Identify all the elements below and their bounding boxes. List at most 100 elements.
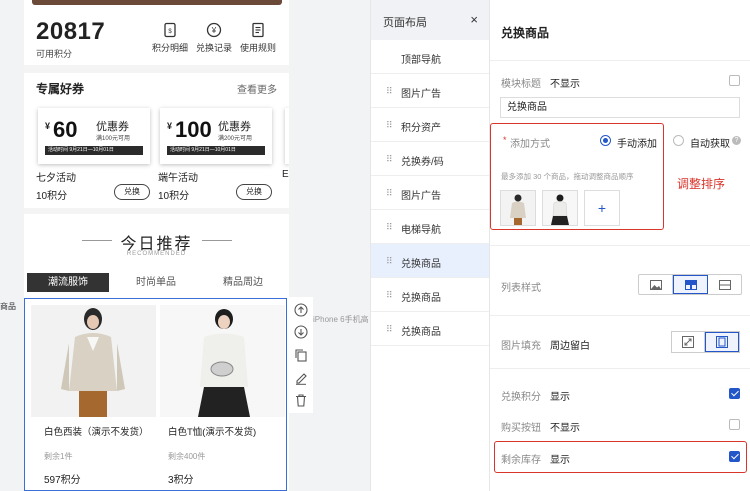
view-more-link[interactable]: 查看更多 <box>237 81 277 96</box>
phone-model-label: iPhone 6手机高 <box>313 315 369 324</box>
layout-item-label: 积分资产 <box>401 123 441 134</box>
drag-handle-icon[interactable]: ⠿ <box>386 256 393 267</box>
layout-item-voucher-code[interactable]: ⠿ 兑换券/码 <box>371 142 490 176</box>
top-banner-strip <box>32 0 282 5</box>
layout-item-image-ad[interactable]: ⠿ 图片广告 <box>371 74 490 108</box>
edit-icon[interactable] <box>294 371 308 385</box>
quick-action-exchange-record[interactable]: ¥ 兑换记录 <box>193 22 235 54</box>
layout-item-exchange-products[interactable]: ⠿ 兑换商品 <box>371 312 490 346</box>
radio-auto-fetch[interactable] <box>673 135 684 146</box>
tab-fashion[interactable]: 潮流服饰 <box>27 273 109 292</box>
page-layout-panel: 页面布局 × 顶部导航 ⠿ 图片广告 ⠿ 积分资产 ⠿ 兑换券/码 ⠿ 图片广告… <box>370 0 490 491</box>
drag-handle-icon[interactable]: ⠿ <box>386 324 393 335</box>
annotation-box-stock <box>494 441 747 473</box>
section-divider <box>24 65 289 73</box>
coupon-activity-name: 七夕活动 <box>36 173 76 184</box>
annotation-adjust-order: 调整排序 <box>677 177 726 191</box>
product-points: 3积分 <box>168 475 194 486</box>
list-style-option-grid[interactable] <box>673 275 708 294</box>
module-settings-panel: 兑换商品 模块标题 不显示 兑换商品 * 添加方式 手动添加 自动获取 ? 最多… <box>489 0 750 491</box>
svg-text:¥: ¥ <box>211 26 217 35</box>
coupon-name: 优惠券 <box>96 121 129 133</box>
drag-handle-icon[interactable]: ⠿ <box>386 222 393 233</box>
coupon-period: 活动时间 9月21日—10月01日 <box>45 146 143 155</box>
layout-item-exchange-products-active[interactable]: ⠿ 兑换商品 <box>371 244 490 278</box>
list-icon <box>718 279 731 290</box>
coupon-activity-name: 端午活动 <box>158 173 198 184</box>
coupon-period: 活动时间 9月21日—10月01日 <box>167 146 265 155</box>
buy-button-checkbox[interactable] <box>729 419 740 430</box>
layout-item-exchange-products[interactable]: ⠿ 兑换商品 <box>371 278 490 312</box>
move-down-icon[interactable] <box>294 325 308 339</box>
layout-item-top-nav[interactable]: 顶部导航 <box>371 40 490 74</box>
module-title-label: 模块标题 <box>501 79 541 90</box>
help-icon[interactable]: ? <box>732 136 741 145</box>
coupon-name: 优惠券 <box>218 121 251 133</box>
quick-action-label: 兑换记录 <box>195 43 232 53</box>
exchange-points-checkbox[interactable] <box>729 388 740 399</box>
buy-button-label: 购买按钮 <box>501 423 541 434</box>
points-label: 可用积分 <box>36 49 73 59</box>
exchange-button[interactable]: 兑换 <box>114 184 150 200</box>
today-recommend-subtitle: RECOMMENDED <box>126 251 187 257</box>
coupon-card[interactable]: ¥ 100 优惠券 满200元可用 活动时间 9月21日—10月01日 <box>160 108 272 164</box>
copy-icon[interactable] <box>294 348 308 362</box>
yen-circle-icon: ¥ <box>206 22 222 38</box>
product-stock: 剩余1件 <box>44 452 73 461</box>
image-fill-value: 周边留白 <box>550 341 590 352</box>
padding-icon <box>716 336 728 348</box>
tab-single-items[interactable]: 时尚单品 <box>115 273 197 292</box>
quick-action-rules[interactable]: 使用规则 <box>237 22 279 54</box>
product-stock: 剩余400件 <box>168 452 206 461</box>
section-divider <box>24 208 289 214</box>
drag-handle-icon[interactable]: ⠿ <box>386 188 393 199</box>
coupon-condition: 满100元可用 <box>96 136 131 142</box>
divider <box>490 245 750 246</box>
divider <box>490 315 750 316</box>
layout-item-label: 兑换商品 <box>401 293 441 304</box>
quick-action-label: 积分明细 <box>151 43 188 53</box>
image-fill-option-fill[interactable] <box>672 332 705 352</box>
product-image[interactable] <box>31 305 156 417</box>
drag-handle-icon[interactable]: ⠿ <box>386 154 393 165</box>
module-toolbar <box>289 297 313 413</box>
module-title-input[interactable]: 兑换商品 <box>500 97 740 118</box>
layout-item-image-ad[interactable]: ⠿ 图片广告 <box>371 176 490 210</box>
fill-icon <box>682 336 694 348</box>
coupon-card[interactable]: ¥ 60 优惠券 满100元可用 活动时间 9月21日—10月01日 <box>38 108 150 164</box>
blazer-model-image <box>31 305 156 417</box>
svg-text:$: $ <box>168 29 172 35</box>
delete-icon[interactable] <box>294 393 308 407</box>
quick-action-label: 使用规则 <box>239 43 276 53</box>
coupon-currency: ¥ <box>167 121 173 131</box>
layout-item-elevator-nav[interactable]: ⠿ 电梯导航 <box>371 210 490 244</box>
layout-panel-title: 页面布局 <box>383 17 427 29</box>
module-title-checkbox[interactable] <box>729 75 740 86</box>
quick-action-points-detail[interactable]: $ 积分明细 <box>149 22 191 54</box>
list-style-option-image[interactable] <box>639 275 673 294</box>
close-icon[interactable]: × <box>470 12 478 27</box>
drag-handle-icon[interactable]: ⠿ <box>386 86 393 97</box>
settings-title: 兑换商品 <box>501 26 550 40</box>
list-style-option-list[interactable] <box>708 275 741 294</box>
product-name: 白色西装（演示不发货） <box>44 427 149 438</box>
exchange-points-value: 显示 <box>550 392 570 403</box>
buy-button-value: 不显示 <box>550 423 580 434</box>
layout-item-label: 电梯导航 <box>401 225 441 236</box>
module-title-value: 不显示 <box>550 79 580 90</box>
move-up-icon[interactable] <box>294 303 308 317</box>
tab-merch[interactable]: 精品周边 <box>202 273 284 292</box>
coupon-value: 100 <box>175 117 212 142</box>
product-image[interactable] <box>160 305 285 417</box>
exchange-button[interactable]: 兑换 <box>236 184 272 200</box>
coupon-card-clipped <box>285 108 289 164</box>
layout-item-points-assets[interactable]: ⠿ 积分资产 <box>371 108 490 142</box>
annotation-box-add-method <box>490 123 664 230</box>
coupon-condition: 满200元可用 <box>218 136 253 142</box>
layout-item-label: 图片广告 <box>401 89 441 100</box>
drag-handle-icon[interactable]: ⠿ <box>386 290 393 301</box>
drag-handle-icon[interactable]: ⠿ <box>386 120 393 131</box>
exchange-products-module-selected[interactable] <box>24 298 287 491</box>
image-fill-option-padding[interactable] <box>705 332 739 352</box>
exchange-points-label: 兑换积分 <box>501 392 541 403</box>
